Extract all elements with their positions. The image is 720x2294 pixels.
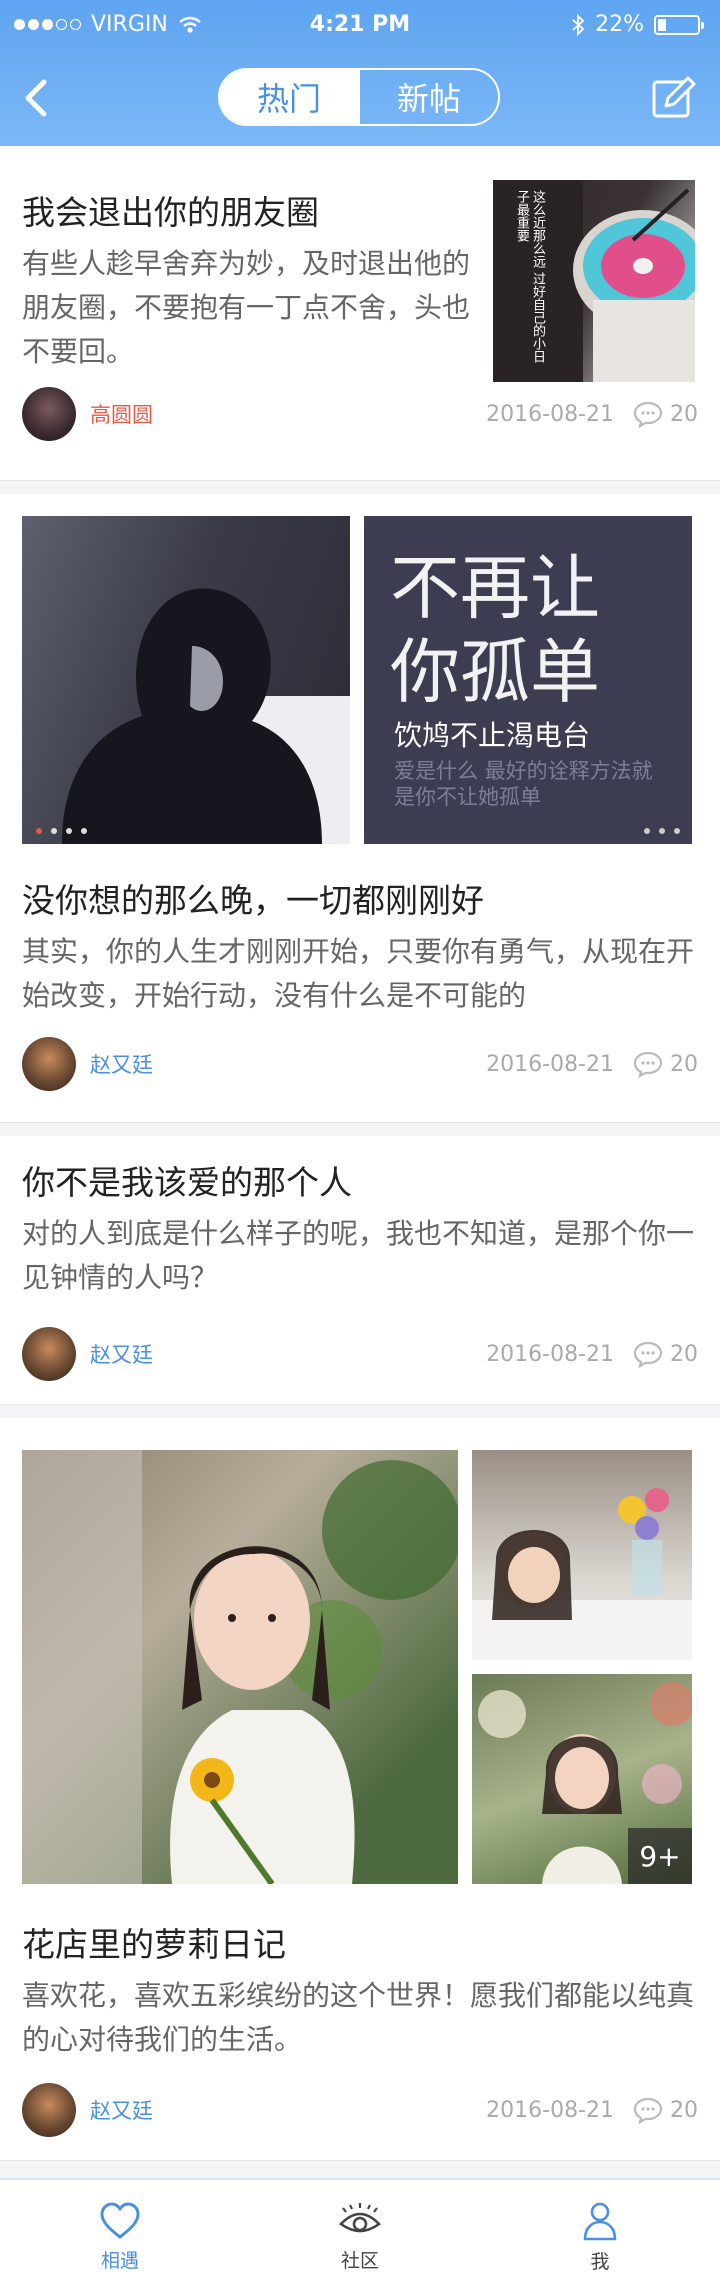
avatar[interactable]: [22, 1327, 76, 1381]
author-name[interactable]: 赵又廷: [90, 1339, 153, 1369]
tab-label: 相遇: [100, 2249, 139, 2272]
post-title: 你不是我该爱的那个人: [22, 1163, 352, 1202]
tab-label: 我: [590, 2250, 610, 2273]
post-date: 2016-08-21: [486, 1051, 614, 1077]
portrait-photo: [62, 588, 350, 844]
post-thumbnail[interactable]: 这么近那么远 过好自己的小日子最重要: [493, 180, 695, 382]
comment-count: 20: [670, 2097, 698, 2123]
post-meta: 赵又廷 2016-08-21 20: [22, 1036, 698, 1092]
comment-count-button[interactable]: 20: [632, 400, 698, 428]
carousel-dots: [644, 828, 680, 834]
photo-main[interactable]: [22, 1450, 458, 1884]
comment-icon: [633, 1051, 663, 1078]
girl-at-table-photo: [472, 1488, 692, 1660]
post-title: 花店里的萝莉日记: [22, 1925, 286, 1964]
girl-with-sunflower-photo: [22, 1450, 458, 1884]
post-meta: 高圆圆 2016-08-21 20: [22, 386, 698, 442]
segment-hot[interactable]: 热门: [220, 70, 358, 124]
comment-count: 20: [670, 401, 698, 427]
author-name[interactable]: 赵又廷: [90, 1049, 153, 1079]
post-meta: 赵又廷 2016-08-21 20: [22, 1326, 698, 1382]
post-card[interactable]: 不再让你孤单 饮鸠不止渴电台 爱是什么 最好的诠释方法就是你不让她孤单 没你想的…: [0, 494, 720, 1123]
comment-count-button[interactable]: 20: [632, 1050, 698, 1078]
avatar[interactable]: [22, 387, 76, 441]
status-bar: VIRGIN 4:21 PM 22%: [0, 12, 720, 42]
post-title: 没你想的那么晚，一切都刚刚好: [22, 881, 484, 920]
feed-segment-control: 热门 新帖: [218, 68, 500, 126]
tab-me[interactable]: 我: [480, 2180, 720, 2294]
compose-button[interactable]: [650, 74, 698, 122]
battery-icon: [654, 14, 704, 35]
post-excerpt: 喜欢花，喜欢五彩缤纷的这个世界！愿我们都能以纯真的心对待我们的生活。: [22, 1979, 695, 2056]
post-date: 2016-08-21: [486, 1341, 614, 1367]
post-meta: 赵又廷 2016-08-21 20: [22, 2082, 698, 2138]
author-name[interactable]: 高圆圆: [90, 399, 153, 429]
photo-thumb[interactable]: 9+: [472, 1674, 692, 1884]
back-button[interactable]: [18, 74, 58, 122]
comment-icon: [633, 1341, 663, 1368]
tab-meet[interactable]: 相遇: [0, 2180, 240, 2294]
comment-count: 20: [670, 1051, 698, 1077]
person-icon: [583, 2202, 617, 2240]
banner-caption: 爱是什么 最好的诠释方法就是你不让她孤单: [394, 759, 653, 809]
tab-bar: 相遇 社区 我: [0, 2178, 720, 2294]
post-excerpt: 对的人到底是什么样子的呢，我也不知道，是那个你一见钟情的人吗？: [22, 1217, 695, 1294]
more-photos-badge[interactable]: 9+: [628, 1828, 692, 1884]
edit-icon: [652, 76, 696, 118]
tab-label: 社区: [340, 2249, 379, 2272]
radio-banner[interactable]: 不再让你孤单 饮鸠不止渴电台 爱是什么 最好的诠释方法就是你不让她孤单: [364, 516, 692, 844]
post-card[interactable]: 9+ 花店里的萝莉日记 喜欢花，喜欢五彩缤纷的这个世界！愿我们都能以纯真的心对待…: [0, 1418, 720, 2161]
banner-subtitle: 饮鸠不止渴电台: [394, 719, 591, 752]
author-name[interactable]: 赵又廷: [90, 2095, 153, 2125]
banner-title: 不再让你孤单: [390, 547, 600, 713]
eye-icon: [339, 2202, 381, 2232]
photo-thumb[interactable]: [472, 1450, 692, 1660]
post-date: 2016-08-21: [486, 401, 614, 427]
thumbnail-caption: 这么近那么远 过好自己的小日子最重要: [514, 190, 545, 364]
post-date: 2016-08-21: [486, 2097, 614, 2123]
header: VIRGIN 4:21 PM 22% 热门 新帖: [0, 0, 720, 146]
post-excerpt: 有些人趁早舍弃为妙，及时退出他的朋友圈，不要抱有一丁点不舍，头也不要回。: [22, 247, 471, 368]
carousel-dots: [36, 828, 87, 834]
comment-icon: [633, 401, 663, 428]
comment-count-button[interactable]: 20: [632, 2096, 698, 2124]
comment-icon: [633, 2097, 663, 2124]
segment-new[interactable]: 新帖: [358, 70, 498, 124]
comment-count: 20: [670, 1341, 698, 1367]
bluetooth-icon: [572, 13, 585, 36]
post-title: 我会退出你的朋友圈: [22, 193, 319, 232]
chevron-left-icon: [25, 79, 47, 117]
avatar[interactable]: [22, 1037, 76, 1091]
post-card[interactable]: 我会退出你的朋友圈 有些人趁早舍弃为妙，及时退出他的朋友圈，不要抱有一丁点不舍，…: [0, 146, 720, 481]
post-card[interactable]: 你不是我该爱的那个人 对的人到底是什么样子的呢，我也不知道，是那个你一见钟情的人…: [0, 1136, 720, 1405]
comment-count-button[interactable]: 20: [632, 1340, 698, 1368]
heart-icon: [100, 2202, 140, 2238]
photo-carousel[interactable]: [22, 516, 350, 844]
tab-community[interactable]: 社区: [240, 2180, 480, 2294]
battery-percent: 22%: [595, 12, 644, 37]
avatar[interactable]: [22, 2083, 76, 2137]
post-excerpt: 其实，你的人生才刚刚开始，只要你有勇气，从现在开始改变，开始行动，没有什么是不可…: [22, 935, 695, 1012]
